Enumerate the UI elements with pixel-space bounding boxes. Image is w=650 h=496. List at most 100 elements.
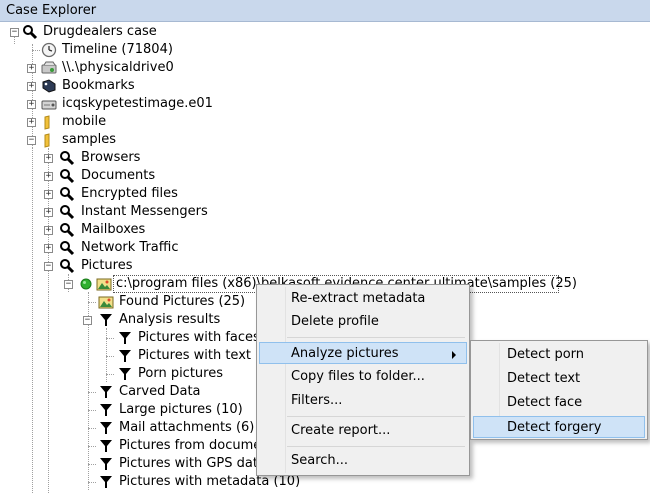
tree-item-label: Pictures xyxy=(81,258,133,273)
menu-item-label: Create report... xyxy=(291,423,391,438)
bookmark-icon xyxy=(41,78,57,94)
menu-item-label: Re-extract metadata xyxy=(291,291,426,306)
tree-line xyxy=(88,446,96,447)
tree-line xyxy=(106,356,114,357)
tree-item-label: Network Traffic xyxy=(81,240,179,255)
tree-item-label: Timeline (71804) xyxy=(62,42,173,57)
menu-item-create-report[interactable]: Create report... xyxy=(259,420,467,442)
expand-icon[interactable]: + xyxy=(44,172,53,181)
filter-icon xyxy=(98,474,114,490)
magnifier-icon xyxy=(59,204,75,220)
menu-item-copy-files-to-folder[interactable]: Copy files to folder... xyxy=(259,366,467,388)
menu-item-label: Analyze pictures xyxy=(291,346,399,361)
tree-line xyxy=(14,36,15,44)
tree-item-label: icqskypetestimage.e01 xyxy=(62,96,213,111)
pictures-icon xyxy=(96,276,112,292)
magnifier-icon xyxy=(59,186,75,202)
menu-item-label: Detect porn xyxy=(507,347,585,362)
collapse-icon[interactable]: − xyxy=(27,136,36,145)
filter-icon xyxy=(98,420,114,436)
expand-icon[interactable]: + xyxy=(44,190,53,199)
expand-icon[interactable]: + xyxy=(44,208,53,217)
tree-item-label: Pictures with faces xyxy=(138,330,260,345)
disk-image-icon xyxy=(41,96,57,112)
magnifier-icon xyxy=(59,168,75,184)
tree-item-label: Instant Messengers xyxy=(81,204,208,219)
menu-item-label: Copy files to folder... xyxy=(291,369,425,384)
tree-item-label: Drugdealers case xyxy=(43,24,157,39)
filter-icon xyxy=(117,348,133,364)
drive-icon xyxy=(41,60,57,76)
filter-icon xyxy=(98,402,114,418)
magnifier-icon xyxy=(59,150,75,166)
tree-line xyxy=(32,44,33,148)
magnifier-icon xyxy=(59,258,75,274)
tree-item-label: Large pictures (10) xyxy=(119,402,243,417)
window-title: Case Explorer xyxy=(6,3,97,18)
menu-item-search[interactable]: Search... xyxy=(259,450,467,472)
submenu-arrow-icon xyxy=(452,351,456,359)
menu-item-label: Detect forgery xyxy=(507,420,602,435)
expand-icon[interactable]: + xyxy=(27,64,36,73)
menu-separator xyxy=(287,446,465,447)
tree-item-label: Found Pictures (25) xyxy=(119,294,246,309)
filter-icon xyxy=(98,312,114,328)
collapse-icon[interactable]: − xyxy=(64,280,73,289)
tree-line xyxy=(88,428,96,429)
tree-line xyxy=(88,464,96,465)
menu-item-label: Detect face xyxy=(507,395,583,410)
magnifier-icon xyxy=(59,222,75,238)
menu-item-detect-porn[interactable]: Detect porn xyxy=(473,344,645,366)
analyze-pictures-submenu: Detect porn Detect text Detect face Dete… xyxy=(470,340,648,440)
menu-item-label: Delete profile xyxy=(291,314,379,329)
menu-item-detect-forgery[interactable]: Detect forgery xyxy=(473,416,645,438)
tree-line xyxy=(88,392,96,393)
clock-icon xyxy=(41,42,57,58)
collapse-icon[interactable]: − xyxy=(44,262,53,271)
magnifier-icon xyxy=(22,24,38,40)
menu-item-detect-text[interactable]: Detect text xyxy=(473,368,645,390)
filter-icon xyxy=(98,456,114,472)
pictures-icon xyxy=(98,294,114,310)
tree-line xyxy=(106,338,114,339)
menu-item-filters[interactable]: Filters... xyxy=(259,390,467,412)
expand-icon[interactable]: + xyxy=(44,226,53,235)
tree-item-label: Mailboxes xyxy=(81,222,146,237)
menu-item-re-extract-metadata[interactable]: Re-extract metadata xyxy=(259,288,467,310)
tree-line xyxy=(106,374,114,375)
menu-item-label: Filters... xyxy=(291,393,343,408)
tree-item-label: Analysis results xyxy=(119,312,221,327)
menu-item-analyze-pictures[interactable]: Analyze pictures xyxy=(259,342,467,364)
tree-item-label: Mail attachments (6) xyxy=(119,420,255,435)
tree-item-label: Documents xyxy=(81,168,156,183)
folder-icon xyxy=(41,114,57,130)
tree-line xyxy=(88,410,96,411)
expand-icon[interactable]: + xyxy=(27,100,36,109)
menu-item-delete-profile[interactable]: Delete profile xyxy=(259,311,467,333)
filter-icon xyxy=(98,384,114,400)
tree-item-label: Pictures with text xyxy=(138,348,251,363)
tree-line xyxy=(48,292,49,493)
menu-item-label: Detect text xyxy=(507,371,581,386)
tree-item-label: Carved Data xyxy=(119,384,201,399)
expand-icon[interactable]: + xyxy=(27,82,36,91)
tree-item-label: Encrypted files xyxy=(81,186,178,201)
expand-icon[interactable]: + xyxy=(44,244,53,253)
case-explorer-title-bar: Case Explorer xyxy=(0,0,650,22)
menu-item-detect-face[interactable]: Detect face xyxy=(473,392,645,414)
folder-icon xyxy=(41,132,57,148)
context-menu: Re-extract metadata Delete profile Analy… xyxy=(256,284,470,476)
tree-item-label: Bookmarks xyxy=(62,78,135,93)
magnifier-icon xyxy=(59,240,75,256)
expand-icon[interactable]: + xyxy=(27,118,36,127)
tree-line xyxy=(88,302,96,303)
tree-item-label: samples xyxy=(62,132,117,147)
collapse-icon[interactable]: − xyxy=(10,28,19,37)
filter-icon xyxy=(117,366,133,382)
filter-icon xyxy=(117,330,133,346)
collapse-icon[interactable]: − xyxy=(83,316,92,325)
filter-icon xyxy=(98,438,114,454)
expand-icon[interactable]: + xyxy=(44,154,53,163)
tree-line xyxy=(32,148,33,493)
menu-separator xyxy=(287,416,465,417)
